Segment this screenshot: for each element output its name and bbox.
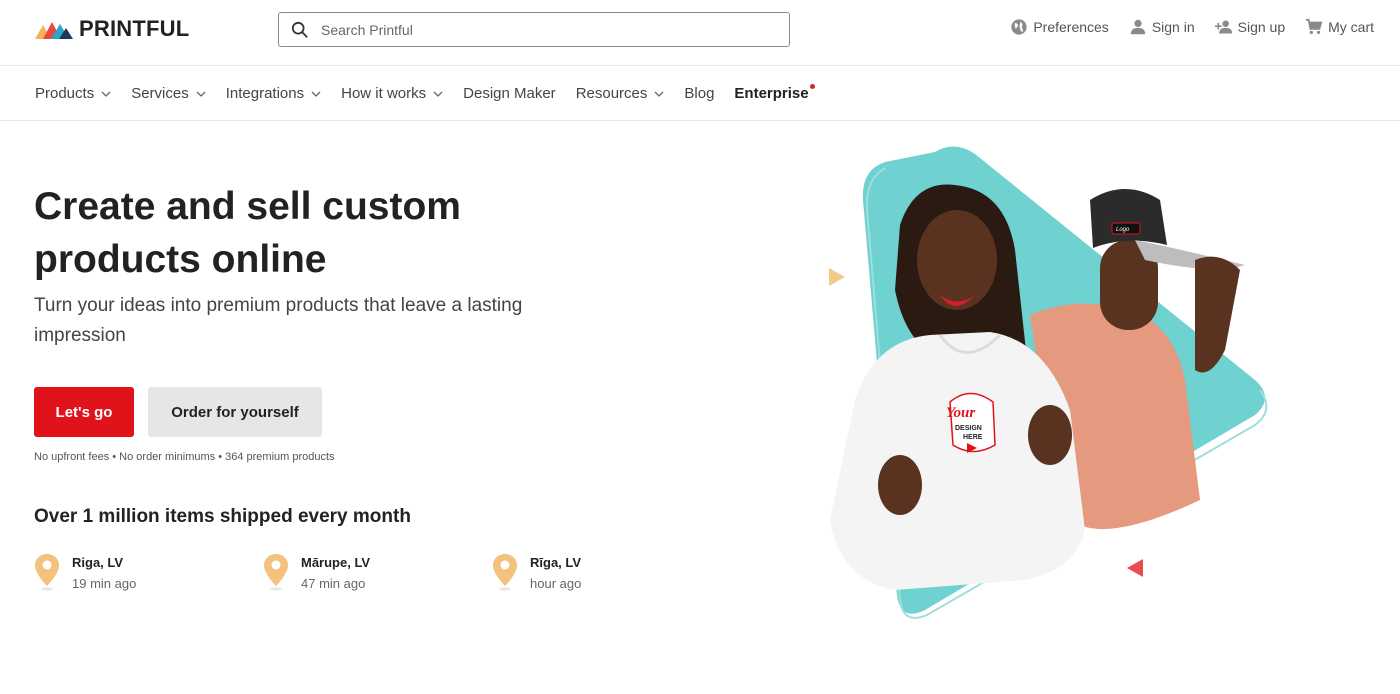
user-icon [1130, 19, 1146, 35]
sign-in-button[interactable]: Sign in [1129, 18, 1195, 36]
nav-label: Products [35, 85, 95, 102]
recent-order-item: Rīga, LV hour ago [492, 553, 581, 595]
hoodie-print-design: DESIGN [955, 425, 982, 432]
nav-item-enterprise[interactable]: Enterprise [734, 84, 815, 102]
nav-label: Enterprise [734, 85, 809, 102]
search-input[interactable] [321, 21, 761, 38]
shipping-heading: Over 1 million items shipped every month [34, 506, 411, 527]
recent-order-item: Riga, LV 19 min ago [34, 553, 136, 595]
decor-triangle-orange [829, 268, 845, 286]
search-icon [291, 21, 308, 38]
hero-title: Create and sell custom products online [34, 185, 461, 281]
order-city: Riga, LV [72, 555, 124, 570]
nav-item-blog[interactable]: Blog [684, 85, 714, 102]
new-badge-dot [809, 84, 815, 89]
nav-item-how-it-works[interactable]: How it works [341, 85, 443, 102]
cart-label: My cart [1328, 19, 1374, 35]
chevron-down-icon [654, 91, 664, 97]
nav-item-resources[interactable]: Resources [576, 85, 665, 102]
location-pin-icon [264, 554, 288, 591]
search-bar[interactable] [278, 12, 790, 47]
nav-label: Integrations [225, 85, 305, 102]
top-header: PRINTFUL Preferences Sign in [0, 0, 1400, 66]
order-time: hour ago [530, 576, 582, 591]
cart-icon [1306, 18, 1323, 35]
nav-item-design-maker[interactable]: Design Maker [463, 85, 556, 102]
nav-item-products[interactable]: Products [35, 85, 111, 102]
nav-item-services[interactable]: Services [131, 85, 206, 102]
hoodie-print-here: HERE [963, 434, 983, 441]
printful-logo-icon [35, 22, 73, 39]
top-actions: Preferences Sign in Sign up My cart [1010, 18, 1374, 36]
nav-items: Products Services Integrations How it wo… [35, 66, 829, 121]
globe-icon [1011, 19, 1027, 35]
chevron-down-icon [101, 91, 111, 97]
lets-go-button[interactable]: Let's go [34, 387, 134, 437]
preferences-label: Preferences [1033, 19, 1109, 35]
chevron-down-icon [311, 91, 321, 97]
sign-up-button[interactable]: Sign up [1214, 18, 1286, 36]
hero-subtitle: Turn your ideas into premium products th… [34, 295, 523, 346]
location-pin-icon [493, 554, 517, 591]
brand-name: PRINTFUL [79, 16, 190, 41]
nav-label: Resources [575, 85, 648, 102]
preferences-button[interactable]: Preferences [1010, 18, 1109, 36]
order-city: Rīga, LV [530, 555, 582, 570]
location-pin-icon [35, 554, 59, 591]
decor-triangle-red [1127, 559, 1143, 577]
order-time: 19 min ago [72, 576, 137, 591]
printful-logo[interactable]: PRINTFUL [35, 16, 190, 41]
chevron-down-icon [433, 91, 443, 97]
nav-item-integrations[interactable]: Integrations [226, 85, 321, 102]
recent-orders: Riga, LV 19 min ago Mārupe, LV 47 min ag… [34, 553, 654, 597]
chevron-down-icon [196, 91, 206, 97]
hoodie-print-your: Your [946, 405, 975, 421]
add-user-icon [1214, 20, 1232, 34]
nav-label: Design Maker [463, 85, 556, 102]
order-city: Mārupe, LV [301, 555, 371, 570]
order-time: 47 min ago [301, 576, 366, 591]
nav-label: How it works [341, 85, 427, 102]
cap-patch-logo: Logo [1116, 227, 1130, 233]
sign-in-label: Sign in [1151, 19, 1195, 35]
your-design-here-logo [949, 392, 996, 453]
sign-up-label: Sign up [1237, 19, 1286, 35]
nav-label: Blog [684, 85, 715, 102]
recent-order-item: Mārupe, LV 47 min ago [263, 553, 370, 595]
main-nav: Products Services Integrations How it wo… [0, 66, 1400, 121]
hero-fineprint: No upfront fees • No order minimums • 36… [34, 451, 335, 463]
nav-label: Services [131, 85, 189, 102]
cart-button[interactable]: My cart [1305, 18, 1374, 36]
hero-image: Your DESIGN HERE Logo [829, 146, 1268, 619]
order-for-yourself-button[interactable]: Order for yourself [148, 387, 322, 437]
